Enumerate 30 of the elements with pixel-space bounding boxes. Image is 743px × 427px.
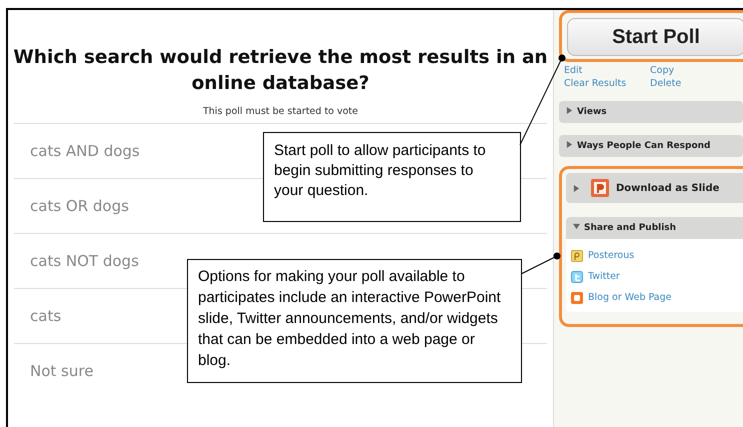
poll-option[interactable]: cats	[30, 307, 62, 325]
twitter-icon	[571, 270, 583, 282]
poll-status: This poll must be started to vote	[202, 106, 360, 117]
posterous-icon	[571, 250, 583, 262]
expand-triangle-icon	[573, 184, 580, 192]
share-link[interactable]: Blog or Web Page	[588, 292, 672, 303]
action-link[interactable]: Delete	[650, 78, 743, 89]
callout-tooltip: Options for making your poll available to participates include an interactive PowerPoint slide, Twitter announcements, and/or widgets that can be embedded into a web page or blog.	[187, 259, 522, 383]
poll-option[interactable]: cats OR dogs	[30, 197, 129, 215]
action-link[interactable]: Clear Results	[564, 78, 650, 89]
panel-header[interactable]: Views	[559, 101, 743, 123]
callout-tooltip: Start poll to allow participants to begin submitting responses to your question.	[263, 132, 521, 222]
poll-option[interactable]: Not sure	[30, 362, 94, 380]
start-poll-button[interactable]: Start Poll	[567, 18, 743, 56]
collapse-triangle-icon	[573, 223, 580, 230]
share-link[interactable]: Posterous	[588, 250, 634, 261]
leader-line	[520, 252, 560, 274]
share-link[interactable]: Twitter	[588, 271, 620, 282]
expand-triangle-icon	[566, 107, 573, 114]
panel-header[interactable]: Ways People Can Respond	[559, 135, 743, 157]
expand-triangle-icon	[566, 141, 573, 148]
action-link[interactable]: Copy	[650, 65, 743, 76]
panel-header[interactable]: Download as Slide	[566, 173, 743, 203]
action-link[interactable]: Edit	[564, 65, 650, 76]
poll-question: Which search would retrieve the most results in an online database?	[12, 46, 549, 96]
poll-option[interactable]: cats AND dogs	[30, 142, 140, 160]
panel-header[interactable]: Share and Publish	[566, 217, 743, 239]
poll-option[interactable]: cats NOT dogs	[30, 252, 139, 270]
blog-icon	[571, 292, 583, 304]
slide-icon	[590, 178, 610, 198]
